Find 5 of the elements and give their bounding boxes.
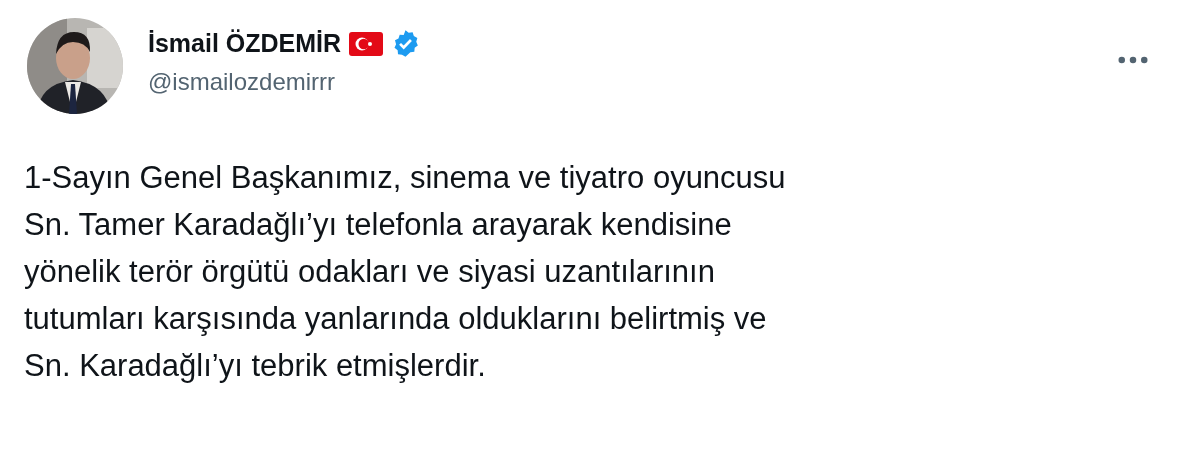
tweet-text: 1-Sayın Genel Başkanımız, sinema ve tiyatro oyuncusu Sn. Tamer Karadağlı’yı telefonla arayarak kendisine yönelik terör örgütü odakları ve siyasi uzantılarının tutumları karşısında yanlarında olduklarını belirtmiş ve Sn. Karadağlı’yı tebrik etmişlerdir. [24, 159, 787, 385]
author-handle[interactable]: @ismailozdemirrr [148, 68, 336, 96]
author-name: İsmail ÖZDEMİR [148, 29, 342, 58]
more-icon[interactable] [1118, 56, 1148, 64]
flag-icon [349, 31, 384, 56]
